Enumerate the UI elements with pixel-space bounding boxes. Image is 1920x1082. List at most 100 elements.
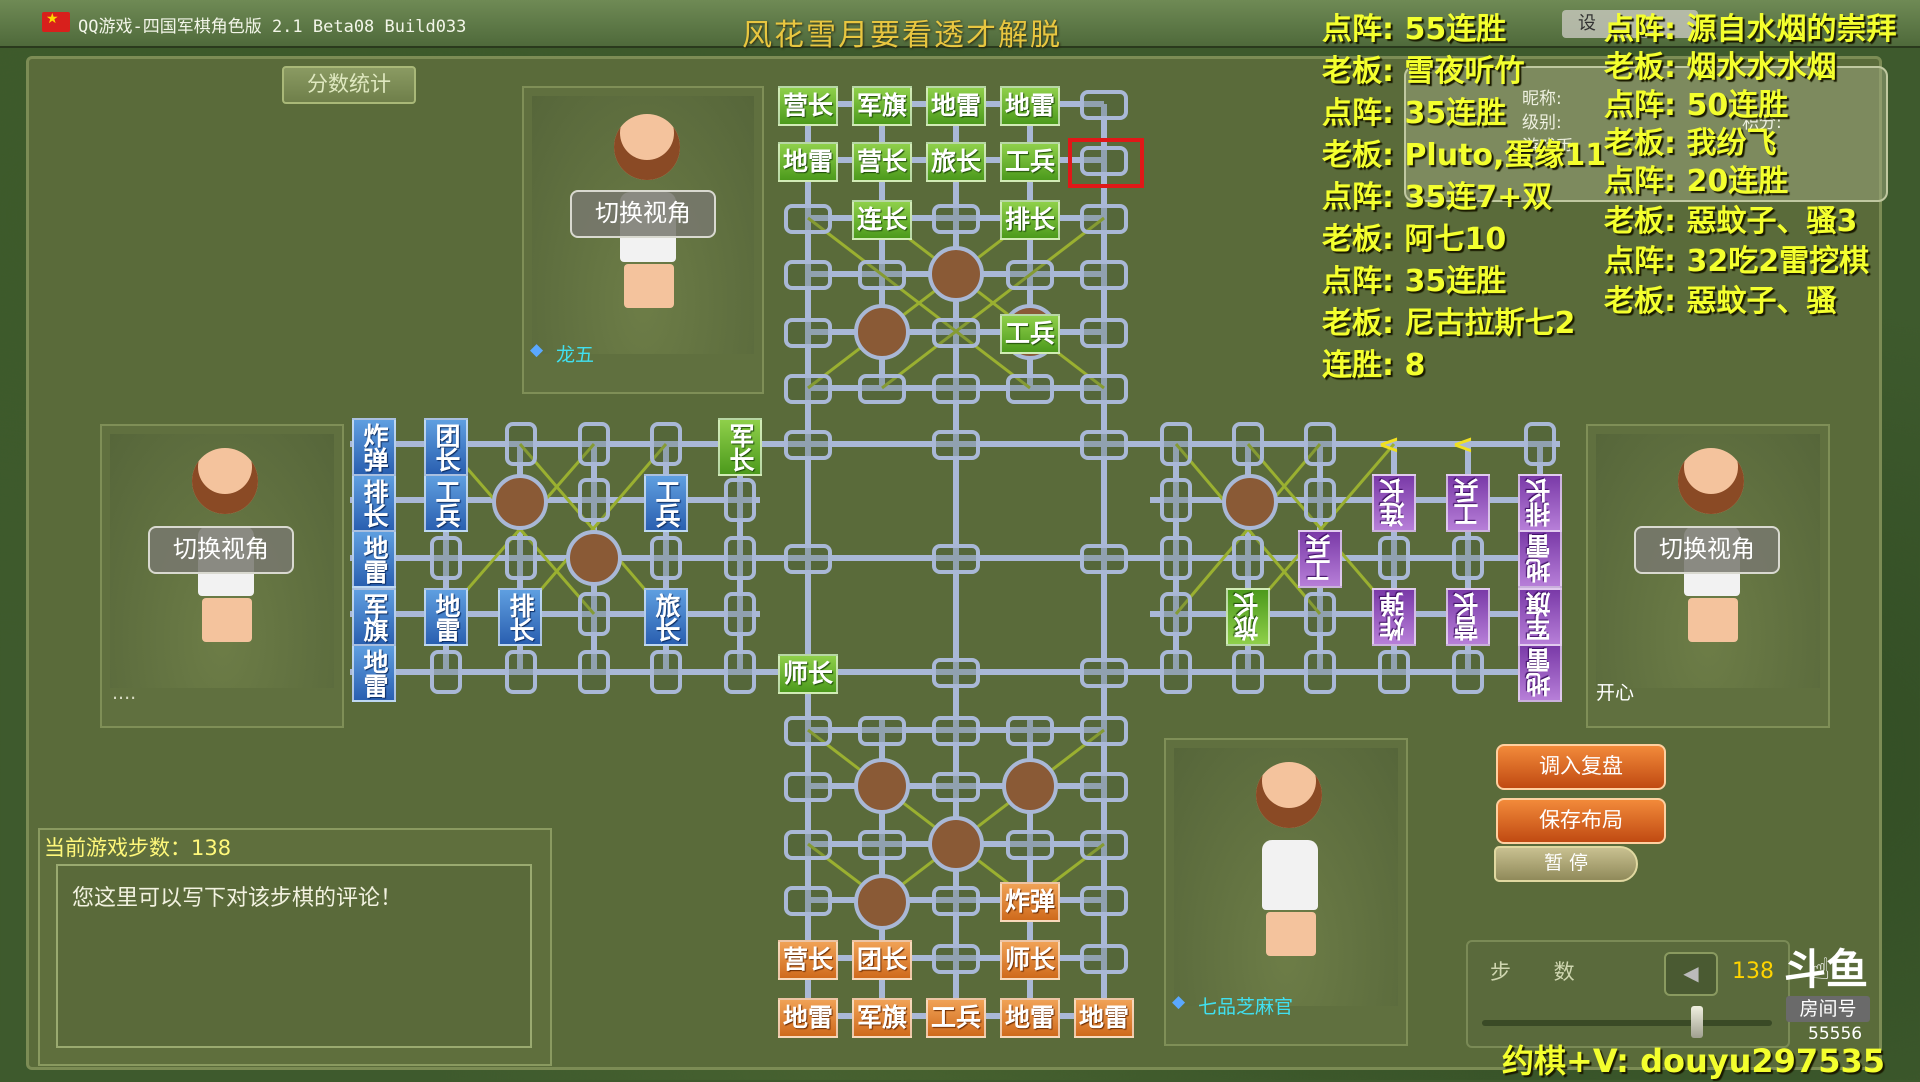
board-slot[interactable] [578, 478, 610, 522]
board-slot[interactable] [932, 544, 980, 574]
chess-piece[interactable]: 营长 [852, 142, 912, 182]
chess-piece[interactable]: 军旗 [1518, 588, 1562, 646]
camp-slot[interactable] [492, 474, 548, 530]
board-slot[interactable] [1160, 422, 1192, 466]
chess-piece[interactable]: 连长 [1372, 474, 1416, 532]
chess-piece[interactable]: 营长 [778, 86, 838, 126]
chess-piece[interactable]: 地雷 [352, 644, 396, 702]
board-slot[interactable] [1080, 430, 1128, 460]
board-slot[interactable] [1160, 478, 1192, 522]
previous-step-button[interactable]: ◀ [1664, 952, 1718, 996]
board-slot[interactable] [784, 830, 832, 860]
board-slot[interactable] [932, 204, 980, 234]
chess-piece[interactable]: 工兵 [926, 998, 986, 1038]
board-slot[interactable] [578, 422, 610, 466]
board-slot[interactable] [1304, 592, 1336, 636]
chess-piece[interactable]: 团长 [852, 940, 912, 980]
board-slot[interactable] [1080, 886, 1128, 916]
board-slot[interactable] [784, 430, 832, 460]
board-slot[interactable] [1080, 260, 1128, 290]
board-slot[interactable] [578, 592, 610, 636]
board-slot[interactable] [724, 478, 756, 522]
step-slider[interactable] [1482, 1020, 1772, 1026]
board-slot[interactable] [932, 716, 980, 746]
camp-slot[interactable] [1222, 474, 1278, 530]
step-number[interactable]: 138 [1722, 952, 1784, 992]
board-slot[interactable] [932, 944, 980, 974]
board-slot[interactable] [505, 422, 537, 466]
board-slot[interactable] [932, 886, 980, 916]
chess-piece[interactable]: 营长 [778, 940, 838, 980]
board-slot[interactable] [784, 772, 832, 802]
board-slot[interactable] [1452, 650, 1484, 694]
board-slot[interactable] [724, 650, 756, 694]
board-slot[interactable] [1378, 650, 1410, 694]
chess-piece[interactable]: 地雷 [1518, 530, 1562, 588]
board-slot[interactable] [932, 658, 980, 688]
camp-slot[interactable] [566, 530, 622, 586]
board-slot[interactable] [858, 374, 906, 404]
camp-slot[interactable] [854, 304, 910, 360]
board-slot[interactable] [1232, 536, 1264, 580]
board-slot[interactable] [1006, 830, 1054, 860]
chess-piece[interactable]: 地雷 [1000, 998, 1060, 1038]
chess-piece[interactable]: 地雷 [926, 86, 986, 126]
camp-slot[interactable] [854, 758, 910, 814]
camp-slot[interactable] [928, 246, 984, 302]
camp-slot[interactable] [928, 816, 984, 872]
board-slot[interactable] [1080, 944, 1128, 974]
chess-piece[interactable]: 军旗 [852, 86, 912, 126]
chess-piece[interactable]: 旅长 [1226, 588, 1270, 646]
board-slot[interactable] [1160, 536, 1192, 580]
board-slot[interactable] [650, 422, 682, 466]
chess-piece[interactable]: 营长 [1446, 588, 1490, 646]
chess-piece[interactable]: 工兵 [1298, 530, 1342, 588]
chess-piece[interactable]: 连长 [852, 200, 912, 240]
board-slot[interactable] [1080, 90, 1128, 120]
board-slot[interactable] [932, 318, 980, 348]
step-slider-thumb[interactable] [1690, 1006, 1703, 1038]
camp-slot[interactable] [854, 874, 910, 930]
camp-slot[interactable] [1002, 758, 1058, 814]
board-slot[interactable] [784, 260, 832, 290]
board-slot[interactable] [650, 650, 682, 694]
chess-piece[interactable]: 炸弹 [1372, 588, 1416, 646]
board-slot[interactable] [505, 650, 537, 694]
chess-piece[interactable]: 排长 [1518, 474, 1562, 532]
board-slot[interactable] [1080, 658, 1128, 688]
board-slot[interactable] [932, 374, 980, 404]
chess-piece[interactable]: 军旗 [352, 588, 396, 646]
board-slot[interactable] [858, 830, 906, 860]
chess-piece[interactable]: 工兵 [424, 474, 468, 532]
chess-piece[interactable]: 炸弹 [352, 418, 396, 476]
board-slot[interactable] [1452, 536, 1484, 580]
chess-piece[interactable]: 地雷 [778, 142, 838, 182]
chess-piece[interactable]: 工兵 [1000, 142, 1060, 182]
chess-piece[interactable]: 军长 [718, 418, 762, 476]
board-slot[interactable] [858, 716, 906, 746]
board-slot[interactable] [932, 772, 980, 802]
board-slot[interactable] [578, 650, 610, 694]
chess-piece[interactable]: 地雷 [352, 530, 396, 588]
chess-piece[interactable]: 地雷 [424, 588, 468, 646]
chess-piece[interactable]: 地雷 [778, 998, 838, 1038]
chess-piece[interactable]: 工兵 [644, 474, 688, 532]
board-slot[interactable] [858, 260, 906, 290]
board-slot[interactable] [1160, 650, 1192, 694]
board-slot[interactable] [1080, 374, 1128, 404]
board-slot[interactable] [1304, 422, 1336, 466]
save-layout-button[interactable]: 保存布局 [1496, 798, 1666, 844]
board-slot[interactable] [784, 318, 832, 348]
board-slot[interactable] [1006, 716, 1054, 746]
board-slot[interactable] [784, 374, 832, 404]
pause-button[interactable]: 暂 停 [1494, 846, 1638, 882]
board-slot[interactable] [784, 204, 832, 234]
board-slot[interactable] [650, 536, 682, 580]
chess-piece[interactable]: 师长 [778, 654, 838, 694]
board-slot[interactable] [430, 650, 462, 694]
board-slot[interactable] [1304, 478, 1336, 522]
chess-piece[interactable]: 师长 [1000, 940, 1060, 980]
comment-input[interactable]: 您这里可以写下对该步棋的评论！ [56, 864, 532, 1048]
board-slot[interactable] [1232, 422, 1264, 466]
chess-piece[interactable]: 炸弹 [1000, 882, 1060, 922]
